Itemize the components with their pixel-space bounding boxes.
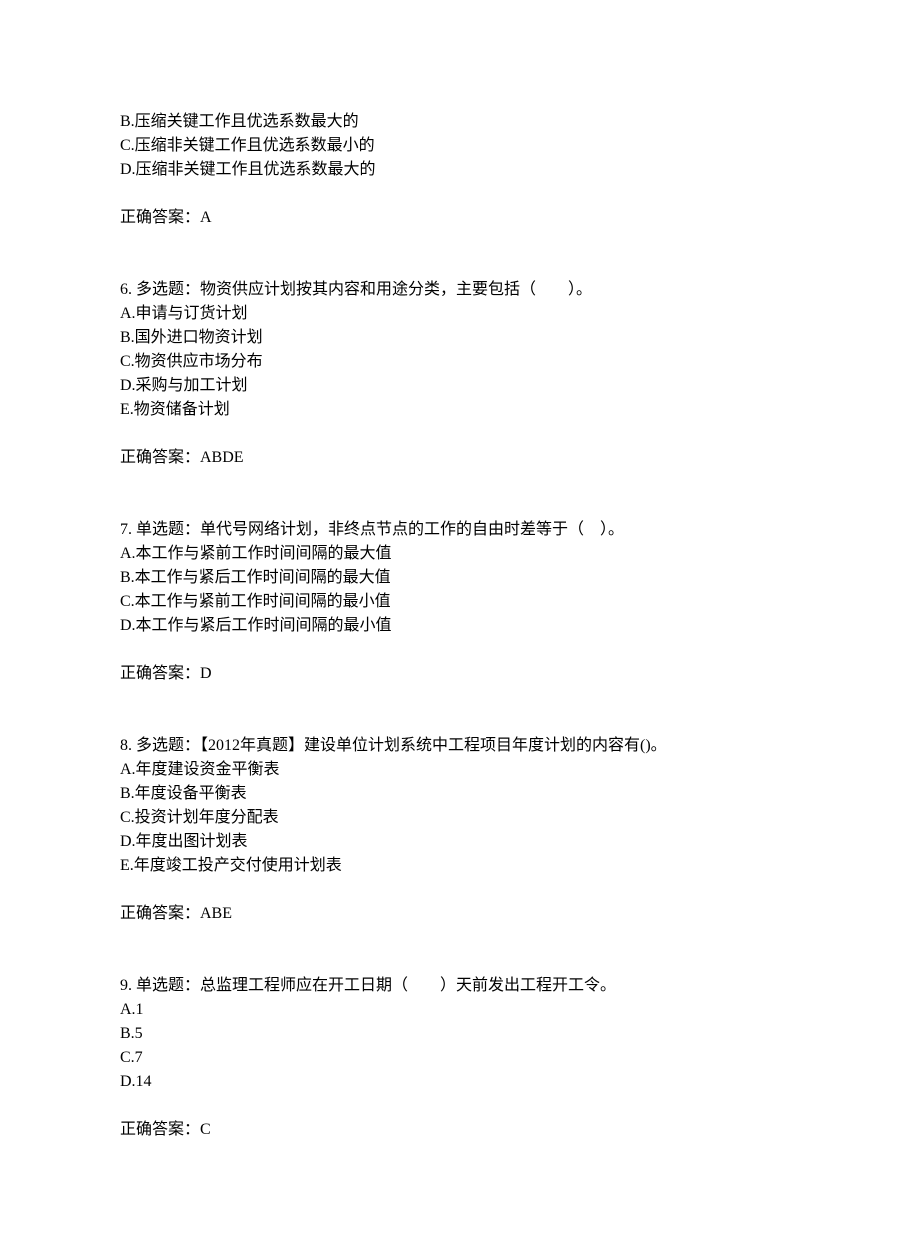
- question-stem: 6. 多选题：物资供应计划按其内容和用途分类，主要包括（ ）。: [120, 278, 800, 302]
- option-text: B.国外进口物资计划: [120, 326, 800, 350]
- option-text: E.物资储备计划: [120, 398, 800, 422]
- question-6: 6. 多选题：物资供应计划按其内容和用途分类，主要包括（ ）。 A.申请与订货计…: [120, 278, 800, 470]
- question-7: 7. 单选题：单代号网络计划，非终点节点的工作的自由时差等于（ ）。 A.本工作…: [120, 518, 800, 686]
- option-text: A.本工作与紧前工作时间间隔的最大值: [120, 542, 800, 566]
- option-text: D.年度出图计划表: [120, 830, 800, 854]
- option-text: E.年度竣工投产交付使用计划表: [120, 854, 800, 878]
- option-text: B.5: [120, 1022, 800, 1046]
- answer-text: 正确答案：A: [120, 206, 800, 230]
- option-text: C.压缩非关键工作且优选系数最小的: [120, 134, 800, 158]
- option-text: D.14: [120, 1070, 800, 1094]
- option-text: A.申请与订货计划: [120, 302, 800, 326]
- question-stem: 9. 单选题：总监理工程师应在开工日期（ ）天前发出工程开工令。: [120, 974, 800, 998]
- option-text: D.本工作与紧后工作时间间隔的最小值: [120, 614, 800, 638]
- option-text: B.本工作与紧后工作时间间隔的最大值: [120, 566, 800, 590]
- question-stem: 7. 单选题：单代号网络计划，非终点节点的工作的自由时差等于（ ）。: [120, 518, 800, 542]
- option-text: C.物资供应市场分布: [120, 350, 800, 374]
- option-text: B.年度设备平衡表: [120, 782, 800, 806]
- option-text: C.7: [120, 1046, 800, 1070]
- answer-text: 正确答案：D: [120, 662, 800, 686]
- option-text: A.年度建设资金平衡表: [120, 758, 800, 782]
- option-text: C.本工作与紧前工作时间间隔的最小值: [120, 590, 800, 614]
- option-text: C.投资计划年度分配表: [120, 806, 800, 830]
- question-9: 9. 单选题：总监理工程师应在开工日期（ ）天前发出工程开工令。 A.1 B.5…: [120, 974, 800, 1142]
- option-text: A.1: [120, 998, 800, 1022]
- answer-text: 正确答案：ABDE: [120, 446, 800, 470]
- answer-text: 正确答案：C: [120, 1118, 800, 1142]
- question-stem: 8. 多选题：【2012年真题】建设单位计划系统中工程项目年度计划的内容有()。: [120, 734, 800, 758]
- question-partial: B.压缩关键工作且优选系数最大的 C.压缩非关键工作且优选系数最小的 D.压缩非…: [120, 110, 800, 230]
- question-8: 8. 多选题：【2012年真题】建设单位计划系统中工程项目年度计划的内容有()。…: [120, 734, 800, 926]
- option-text: B.压缩关键工作且优选系数最大的: [120, 110, 800, 134]
- option-text: D.采购与加工计划: [120, 374, 800, 398]
- option-text: D.压缩非关键工作且优选系数最大的: [120, 158, 800, 182]
- answer-text: 正确答案：ABE: [120, 902, 800, 926]
